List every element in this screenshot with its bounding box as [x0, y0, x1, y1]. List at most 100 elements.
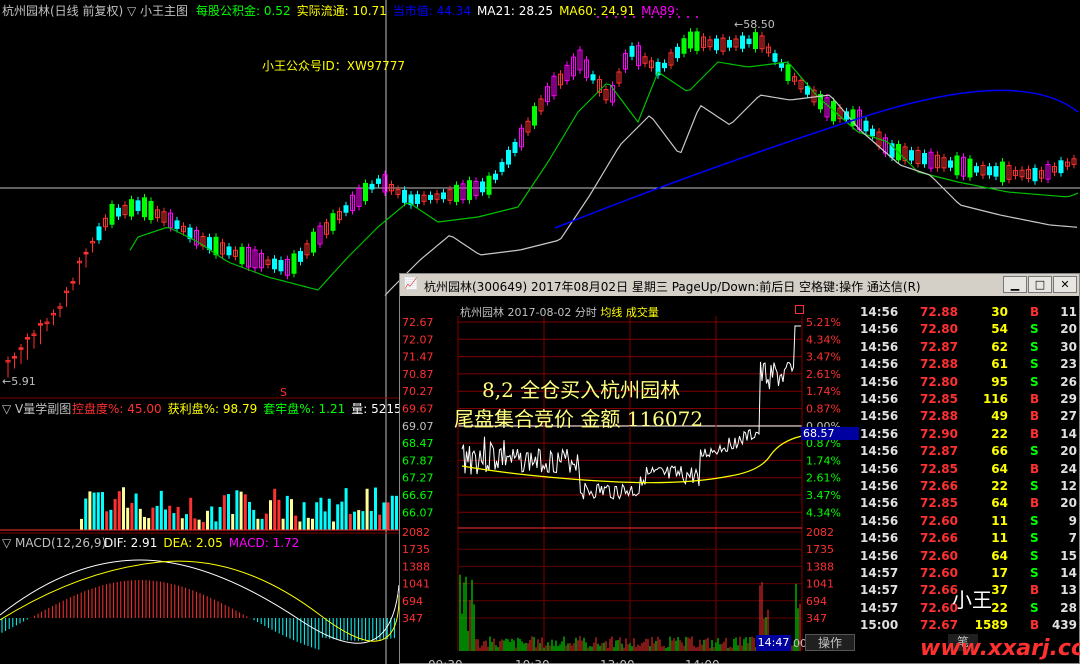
candle-body: [1058, 160, 1064, 174]
volume-panel-stats: 控盘度%: 45.00 获利盘%: 98.79 套牢盘%: 1.21 量: 52159…: [72, 400, 434, 417]
window-titlebar[interactable]: 📈 杭州园林(300649) 2017年08月02日 星期三 PageUp/Do…: [400, 274, 1079, 296]
candle-body: [1032, 167, 1038, 182]
volume-bar: [143, 516, 146, 530]
tick-n: 24: [1060, 461, 1077, 476]
volume-bar: [172, 513, 176, 530]
price-axis-label: 70.87: [402, 368, 434, 381]
volume-bar: [285, 495, 289, 530]
tick-price: 72.88: [920, 305, 958, 319]
volume-bar: [147, 518, 151, 530]
volume-axis-label: 1388: [402, 560, 430, 573]
volume-bar: [382, 502, 386, 530]
tick-row: 14:56 72.88 30 B 11: [858, 305, 1079, 322]
volume-bar: [227, 494, 230, 530]
tick-vol: 61: [991, 357, 1008, 372]
operation-button[interactable]: 操作: [805, 634, 855, 651]
minimize-button[interactable]: ▁: [1003, 276, 1027, 293]
tick-price: 72.60: [920, 548, 958, 563]
candle-body: [870, 128, 875, 137]
candle-body: [746, 38, 752, 45]
candle-body: [376, 178, 381, 184]
tick-n: 11: [1060, 305, 1077, 319]
candle-body: [135, 200, 141, 211]
tick-n: 12: [1060, 479, 1077, 493]
ma-line-blue: [554, 89, 1079, 229]
volume-bar: [248, 501, 251, 530]
tick-side: S: [1030, 566, 1039, 580]
volume-bar: [243, 494, 247, 530]
volume-stat-2: 套牢盘%: 1.21: [263, 402, 346, 416]
candle-body: [207, 237, 212, 251]
volume-bar: [332, 521, 335, 530]
candle-body: [25, 337, 30, 340]
tick-side: S: [1030, 548, 1039, 563]
volume-bar: [109, 509, 113, 530]
volume-bar: [390, 495, 394, 530]
candle-body: [441, 192, 446, 200]
tick-time: 14:57: [860, 600, 899, 615]
tick-side: B: [1030, 496, 1040, 511]
app-icon: 📈: [404, 277, 418, 290]
tick-price: 72.60: [920, 513, 958, 528]
intraday-title-text: 杭州园林 2017-08-02 分时: [460, 306, 597, 319]
tick-vol: 11: [991, 513, 1008, 528]
volume-bar: [84, 498, 88, 530]
time-axis-label: 14:00: [685, 658, 720, 664]
volume-bar: [206, 510, 209, 530]
candle-body: [993, 166, 999, 177]
tick-time: 14:57: [860, 583, 899, 598]
candle-body: [116, 207, 121, 217]
candle-body: [129, 199, 134, 217]
tick-vol: 1589: [974, 618, 1008, 633]
annotation-line-2: 尾盘集合竞价 金额 116072: [454, 407, 704, 431]
main-stat-3: MA21: 28.25: [477, 4, 554, 18]
tick-row: 15:00 72.67 1589 B 439: [858, 618, 1079, 635]
volume-bar: [327, 498, 331, 530]
pct-axis-label: 1.74%: [806, 385, 841, 398]
candle-body: [402, 189, 407, 203]
window-title: 杭州园林(300649) 2017年08月02日 星期三 PageUp/Down…: [424, 280, 921, 294]
tick-row: 14:56 72.60 64 S 15: [858, 549, 1079, 566]
volume-bar: [311, 518, 314, 530]
volume-bar: [260, 518, 264, 530]
candle-body: [142, 197, 147, 218]
tick-side: S: [1030, 479, 1039, 493]
tick-vol: 37: [991, 583, 1008, 598]
window-toggle-icon[interactable]: [795, 305, 804, 314]
candle-body: [987, 166, 992, 176]
tick-row: 14:56 72.88 61 S 23: [858, 357, 1079, 374]
close-button[interactable]: ✕: [1053, 276, 1077, 293]
tick-time: 14:56: [860, 548, 899, 563]
candle-body: [967, 158, 973, 178]
volume-bar: [302, 502, 306, 530]
volume-bar: [88, 491, 92, 530]
price-axis-label: 66.07: [402, 506, 434, 519]
tick-n: 14: [1060, 566, 1077, 580]
candle-body: [675, 46, 680, 59]
price-axis-label: 67.27: [402, 472, 434, 485]
tick-n: 23: [1060, 357, 1077, 372]
volume-bar: [281, 518, 285, 530]
tick-n: 9: [1068, 513, 1077, 528]
tick-price: 72.85: [920, 496, 958, 511]
tick-price: 72.80: [920, 322, 958, 337]
volume-panel-title[interactable]: ▽ V量学副图: [2, 400, 71, 417]
low-price-label: ←5.91: [2, 375, 36, 388]
tick-side: S: [1030, 444, 1039, 459]
maximize-button[interactable]: □: [1028, 276, 1052, 293]
tick-side: S: [1030, 531, 1039, 546]
pct-axis-label: 1.74%: [806, 454, 841, 467]
tick-row: 14:56 72.80 95 S 26: [858, 375, 1079, 392]
legend-avg: 均线: [600, 306, 623, 319]
candle-body: [727, 40, 732, 48]
candle-body: [753, 32, 758, 49]
tick-vol: 49: [991, 409, 1008, 424]
volume-bar: [193, 518, 197, 530]
tick-row: 14:56 72.85 64 B 24: [858, 462, 1079, 479]
main-stat-2: 当市值: 44.34: [392, 4, 472, 18]
tick-vol: 64: [991, 461, 1008, 476]
volume-bar: [189, 497, 193, 530]
volume-bar: [134, 493, 138, 530]
volume-bar: [348, 513, 352, 530]
macd-panel-title[interactable]: ▽ MACD(12,26,9): [2, 536, 106, 550]
